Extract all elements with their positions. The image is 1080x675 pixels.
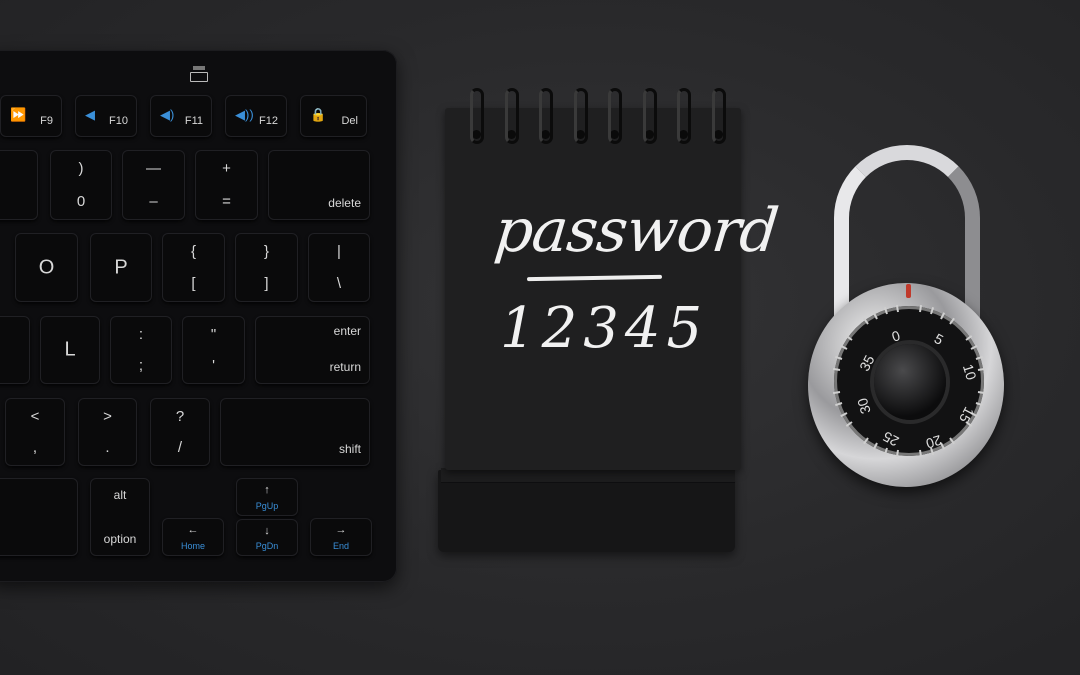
key-top-label: +: [222, 160, 231, 177]
volume-down-icon: ◀): [160, 107, 175, 122]
key-end[interactable]: → End: [310, 518, 372, 556]
key-alt[interactable]: alt option: [90, 478, 150, 556]
key-slash[interactable]: ? /: [150, 398, 210, 466]
key-bottom-label: ,: [32, 439, 38, 456]
key-f12[interactable]: ◀)) F12: [225, 95, 287, 137]
key-label: Del: [341, 115, 358, 127]
key-bottom-label: –: [149, 193, 158, 210]
arrow-icon: ↑: [264, 484, 270, 496]
spiral-ring: [470, 88, 484, 144]
key-bottom-label: option: [103, 532, 137, 546]
spiral-ring: [504, 88, 519, 144]
key-period[interactable]: >.: [78, 398, 137, 466]
key-nav-label: PgDn: [255, 541, 279, 551]
spiral-ring: [539, 88, 553, 144]
key-top-label: }: [263, 243, 270, 260]
indicator-light: [193, 66, 205, 70]
key-bottom-label: ;: [138, 357, 144, 374]
key-nav-label: End: [332, 541, 350, 551]
key-top-label: ): [78, 160, 84, 177]
spiral-ring: [573, 88, 588, 144]
volume-up-icon: ◀)): [235, 107, 254, 122]
key-bracket-left[interactable]: {[: [162, 233, 225, 302]
battery-icon: [190, 72, 208, 82]
key-o[interactable]: O: [15, 233, 78, 302]
key-bottom-label: [: [191, 275, 196, 292]
arrow-icon: ←: [187, 524, 199, 536]
key-f11[interactable]: ◀) F11: [150, 95, 212, 137]
key-partial[interactable]: [0, 150, 38, 220]
key-top-label: |: [337, 243, 341, 260]
key-label: shift: [338, 442, 361, 456]
key-label: F11: [184, 115, 203, 127]
key-top-label: {: [190, 243, 197, 260]
dial-marker: [906, 284, 911, 298]
key-minus[interactable]: — –: [122, 150, 185, 220]
key-bottom-label: /: [177, 439, 183, 456]
key-backslash[interactable]: | \: [308, 233, 370, 302]
key-shift[interactable]: shift: [220, 398, 370, 466]
key-0[interactable]: ) 0: [50, 150, 112, 220]
key-p[interactable]: P: [90, 233, 152, 302]
key-nav-label: PgUp: [255, 501, 279, 511]
key-top-label: ?: [175, 408, 185, 425]
spiral-ring: [608, 88, 622, 144]
key-top-label: :: [138, 326, 144, 343]
spiral-ring: [677, 88, 691, 144]
key-label: return: [329, 360, 361, 374]
key-partial[interactable]: [0, 478, 78, 556]
key-f10[interactable]: ◀ F10: [75, 95, 137, 137]
key-quote[interactable]: " ': [182, 316, 245, 384]
dial-knob: [874, 344, 946, 420]
key-label: L: [64, 338, 76, 361]
key-l[interactable]: L: [40, 316, 100, 384]
key-label-top: enter: [333, 324, 361, 338]
key-label: F10: [109, 115, 128, 127]
key-comma[interactable]: <,: [5, 398, 65, 466]
key-pgup[interactable]: ↑ PgUp: [236, 478, 298, 516]
key-label: O: [38, 256, 55, 278]
key-f9[interactable]: ⏩ F9: [0, 95, 62, 137]
handwritten-word: password: [491, 196, 782, 266]
key-nav-label: Home: [180, 541, 206, 551]
key-delete[interactable]: delete: [268, 150, 370, 220]
key-equals[interactable]: + =: [195, 150, 258, 220]
key-bottom-label: ]: [264, 275, 269, 292]
notepad-page-edge: [441, 468, 735, 483]
key-bottom-label: \: [336, 275, 342, 292]
volume-mute-icon: ◀: [85, 107, 95, 122]
key-top-label: ": [210, 326, 217, 343]
key-top-label: >: [103, 408, 112, 425]
arrow-icon: →: [335, 524, 347, 536]
key-top-label: —: [146, 160, 161, 177]
key-del[interactable]: 🔒 Del: [300, 95, 367, 137]
key-bottom-label: =: [222, 193, 231, 210]
notepad: [445, 108, 741, 470]
key-pgdn[interactable]: ↓ PgDn: [236, 519, 298, 556]
key-partial[interactable]: [0, 316, 30, 384]
handwritten-number: 12345: [500, 296, 709, 361]
spiral-ring: [711, 88, 726, 144]
spiral-ring: [642, 88, 657, 144]
key-semicolon[interactable]: :;: [110, 316, 172, 384]
key-bottom-label: ': [212, 357, 215, 374]
key-top-label: <: [30, 408, 40, 425]
fast-forward-icon: ⏩: [10, 107, 27, 122]
key-bottom-label: .: [105, 439, 110, 456]
key-label: F9: [40, 115, 53, 127]
key-enter[interactable]: enter return: [255, 316, 370, 384]
key-label: delete: [328, 196, 361, 210]
lock-icon: 🔒: [310, 107, 327, 122]
key-label: P: [114, 256, 128, 278]
key-top-label: alt: [113, 488, 127, 502]
key-home[interactable]: ← Home: [162, 518, 224, 556]
key-bracket-right[interactable]: }]: [235, 233, 298, 302]
arrow-icon: ↓: [264, 525, 270, 537]
key-bottom-label: 0: [76, 193, 86, 210]
key-label: F12: [259, 115, 278, 127]
